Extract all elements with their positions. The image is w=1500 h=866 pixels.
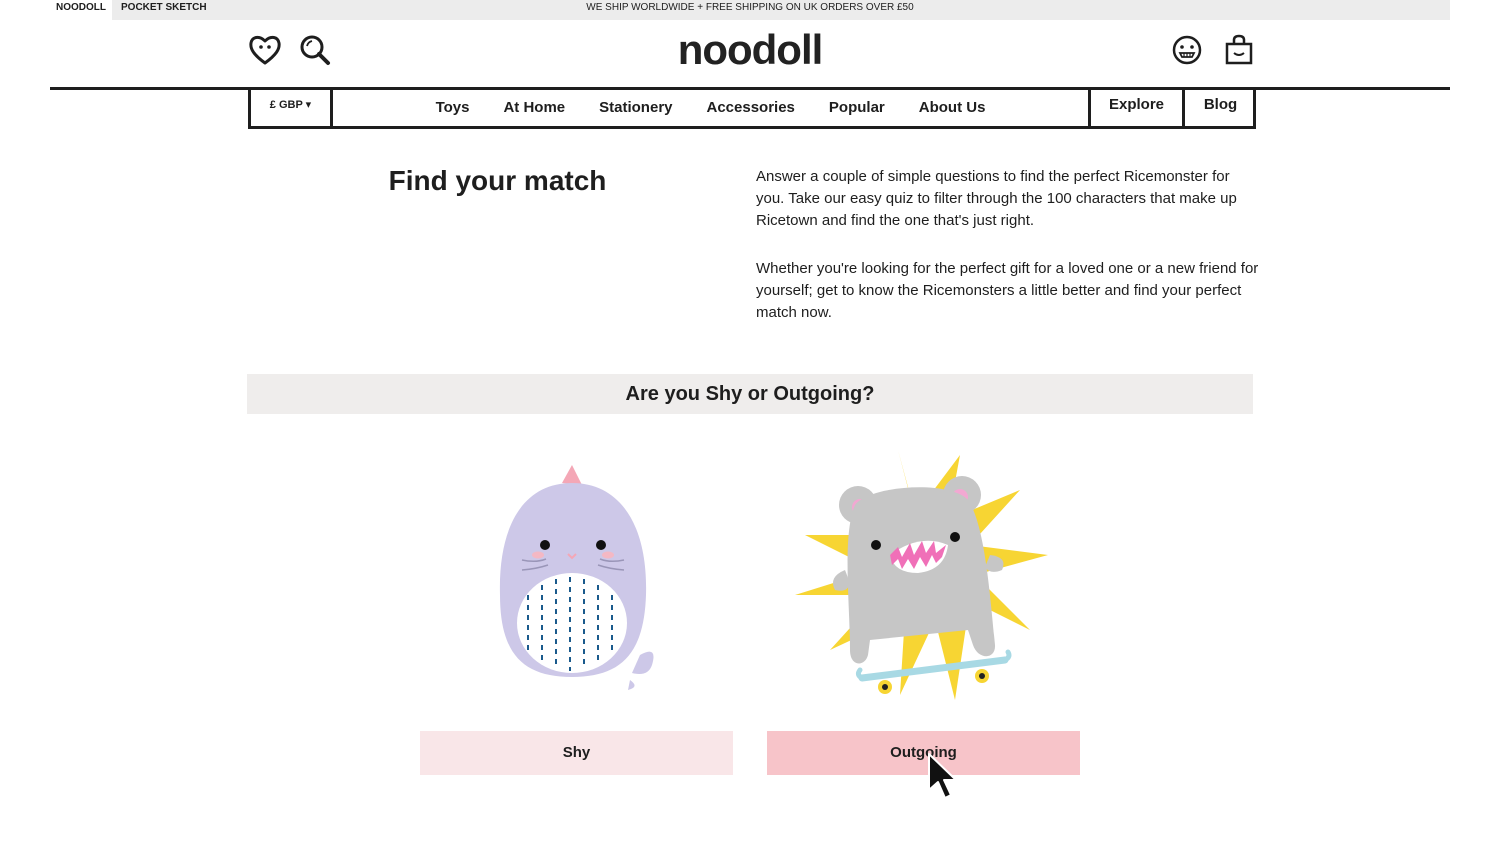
top-bar: WE SHIP WORLDWIDE + FREE SHIPPING ON UK … (50, 0, 1450, 20)
intro-paragraph: Answer a couple of simple questions to f… (756, 168, 1237, 229)
site-header: noodoll (50, 20, 1450, 90)
currency-select[interactable]: £ GBP ▾ (251, 88, 333, 126)
nav-item-toys[interactable]: Toys (436, 99, 470, 116)
intro-paragraph: Whether you're looking for the perfect g… (756, 260, 1259, 321)
nav-links: Toys At Home Stationery Accessories Popu… (333, 88, 1088, 126)
nav-item-accessories[interactable]: Accessories (707, 99, 795, 116)
site-tab-noodoll[interactable]: Noodoll (50, 0, 112, 20)
nav-item-blog[interactable]: Blog (1182, 88, 1256, 126)
main-nav: £ GBP ▾ Toys At Home Stationery Accessor… (248, 88, 1256, 129)
search-icon[interactable] (298, 33, 332, 67)
nav-item-popular[interactable]: Popular (829, 99, 885, 116)
nav-item-about-us[interactable]: About Us (919, 99, 986, 116)
site-logo[interactable]: noodoll (600, 26, 900, 74)
outgoing-character-image[interactable] (790, 445, 1060, 710)
shipping-message: WE SHIP WORLDWIDE + FREE SHIPPING ON UK … (586, 2, 914, 13)
nav-item-explore[interactable]: Explore (1088, 88, 1182, 126)
intro-text: Answer a couple of simple questions to f… (756, 166, 1261, 350)
account-face-icon[interactable] (1170, 33, 1204, 67)
outgoing-button[interactable]: Outgoing (767, 731, 1080, 775)
nav-item-at-home[interactable]: At Home (503, 99, 565, 116)
page-title: Find your match (388, 165, 607, 196)
quiz-question: Are you Shy or Outgoing? (247, 374, 1253, 414)
shopping-bag-icon[interactable] (1222, 33, 1256, 67)
nav-item-stationery[interactable]: Stationery (599, 99, 672, 116)
shy-character-image[interactable] (480, 455, 680, 700)
site-tab-pocket-sketch[interactable]: Pocket Sketch (117, 0, 211, 20)
heart-icon[interactable] (248, 33, 282, 67)
shy-button[interactable]: Shy (420, 731, 733, 775)
